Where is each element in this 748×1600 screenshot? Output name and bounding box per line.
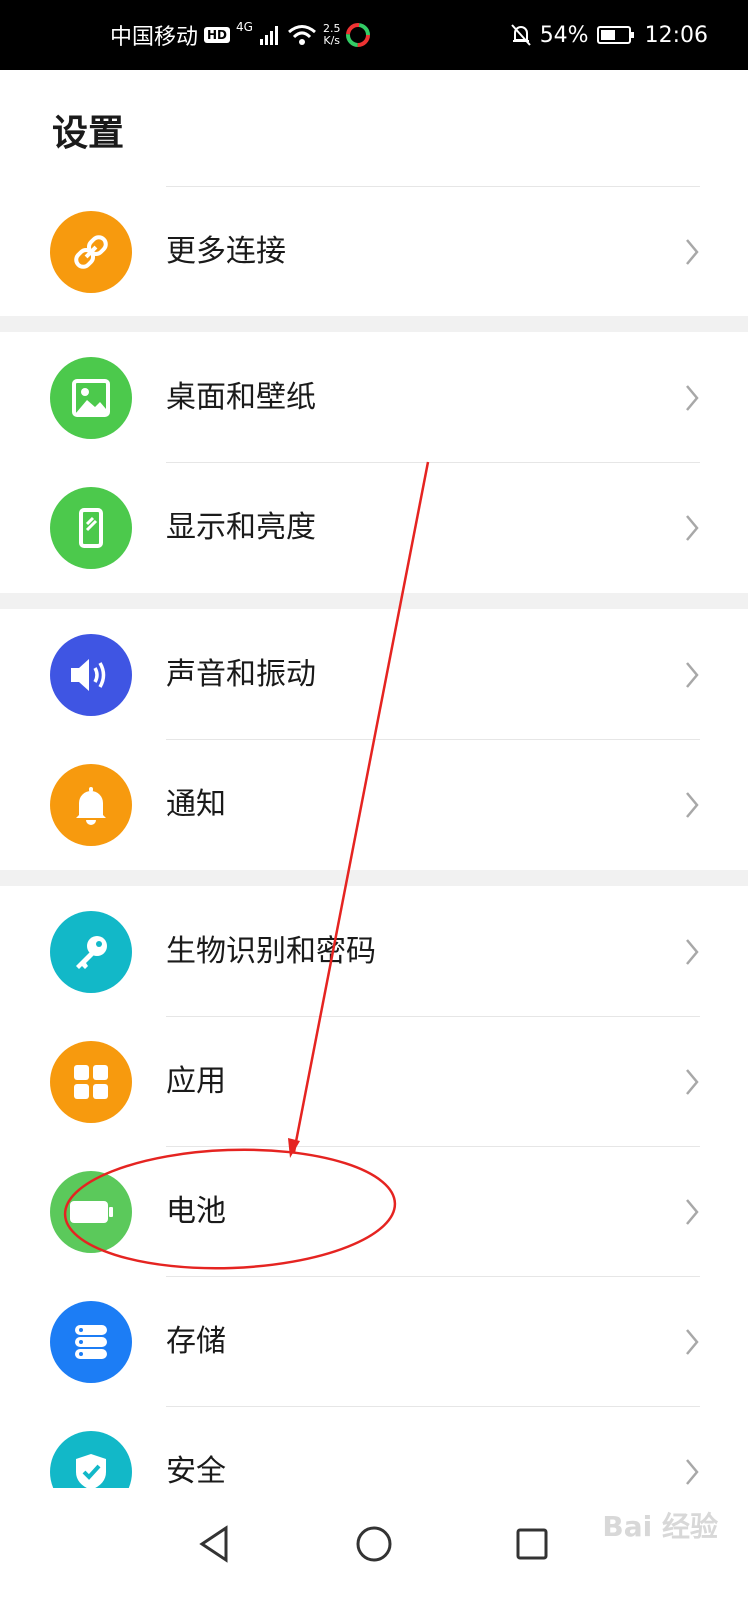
chevron-right-icon bbox=[686, 1459, 699, 1485]
chevron-right-icon bbox=[686, 1069, 699, 1095]
settings-item-label: 通知 bbox=[166, 787, 226, 822]
home-circle-icon bbox=[356, 1526, 392, 1562]
settings-item-sound-vibration[interactable]: 声音和振动 bbox=[0, 610, 748, 740]
apps-grid-icon bbox=[50, 1041, 132, 1123]
mute-bell-icon bbox=[510, 24, 531, 46]
wifi-icon bbox=[288, 25, 316, 45]
back-triangle-icon bbox=[199, 1525, 228, 1563]
signal-icon bbox=[259, 26, 278, 45]
hd-badge: HD bbox=[204, 27, 231, 43]
network-type: 4G bbox=[236, 20, 253, 34]
settings-item-home-wallpaper[interactable]: 桌面和壁纸 bbox=[0, 333, 748, 463]
chevron-right-icon bbox=[686, 239, 699, 265]
chevron-right-icon bbox=[686, 1329, 699, 1355]
settings-item-label: 声音和振动 bbox=[166, 657, 316, 692]
recents-button[interactable] bbox=[504, 1516, 560, 1572]
settings-item-label: 更多连接 bbox=[166, 234, 286, 269]
section-gap bbox=[0, 870, 748, 886]
battery-icon bbox=[50, 1171, 132, 1253]
chevron-right-icon bbox=[686, 662, 699, 688]
speed-unit: K/s bbox=[323, 34, 341, 47]
settings-item-notifications[interactable]: 通知 bbox=[0, 740, 748, 870]
section-gap bbox=[0, 316, 748, 332]
storage-icon bbox=[50, 1301, 132, 1383]
status-bar: 中国移动 HD 4G 2.5 K/s 54% 12:06 bbox=[0, 0, 748, 70]
chevron-right-icon bbox=[686, 792, 699, 818]
bell-icon bbox=[50, 764, 132, 846]
settings-item-storage[interactable]: 存储 bbox=[0, 1277, 748, 1407]
image-icon bbox=[50, 357, 132, 439]
settings-item-biometrics-password[interactable]: 生物识别和密码 bbox=[0, 887, 748, 1017]
section-gap bbox=[0, 593, 748, 609]
settings-item-battery[interactable]: 电池 bbox=[0, 1147, 748, 1277]
watermark: Bai 经验 bbox=[602, 1510, 718, 1543]
settings-item-more-connections[interactable]: 更多连接 bbox=[0, 187, 748, 317]
chevron-right-icon bbox=[686, 1199, 699, 1225]
chevron-right-icon bbox=[686, 939, 699, 965]
speaker-icon bbox=[50, 634, 132, 716]
status-battery-icon bbox=[596, 26, 634, 44]
settings-item-label: 电池 bbox=[166, 1194, 226, 1229]
app-notification-icon bbox=[346, 23, 371, 47]
settings-item-label: 生物识别和密码 bbox=[166, 934, 376, 969]
carrier-name: 中国移动 bbox=[110, 25, 199, 50]
settings-item-label: 显示和亮度 bbox=[166, 510, 316, 545]
settings-item-label: 应用 bbox=[166, 1064, 226, 1099]
settings-item-apps[interactable]: 应用 bbox=[0, 1017, 748, 1147]
settings-item-display-brightness[interactable]: 显示和亮度 bbox=[0, 463, 748, 593]
page-title: 设置 bbox=[52, 113, 125, 154]
battery-percent: 54% bbox=[539, 22, 589, 48]
back-button[interactable] bbox=[186, 1516, 242, 1572]
key-icon bbox=[50, 911, 132, 993]
settings-item-label: 存储 bbox=[166, 1324, 226, 1359]
chevron-right-icon bbox=[686, 385, 699, 411]
chevron-right-icon bbox=[686, 515, 699, 541]
clock: 12:06 bbox=[644, 22, 708, 48]
link-icon bbox=[50, 211, 132, 293]
recents-square-icon bbox=[516, 1528, 548, 1560]
phone-brightness-icon bbox=[50, 487, 132, 569]
navigation-bar: Bai 经验 bbox=[0, 1488, 748, 1600]
settings-item-label: 桌面和壁纸 bbox=[166, 380, 316, 415]
home-button[interactable] bbox=[346, 1516, 402, 1572]
network-speed: 2.5 K/s bbox=[323, 23, 341, 47]
